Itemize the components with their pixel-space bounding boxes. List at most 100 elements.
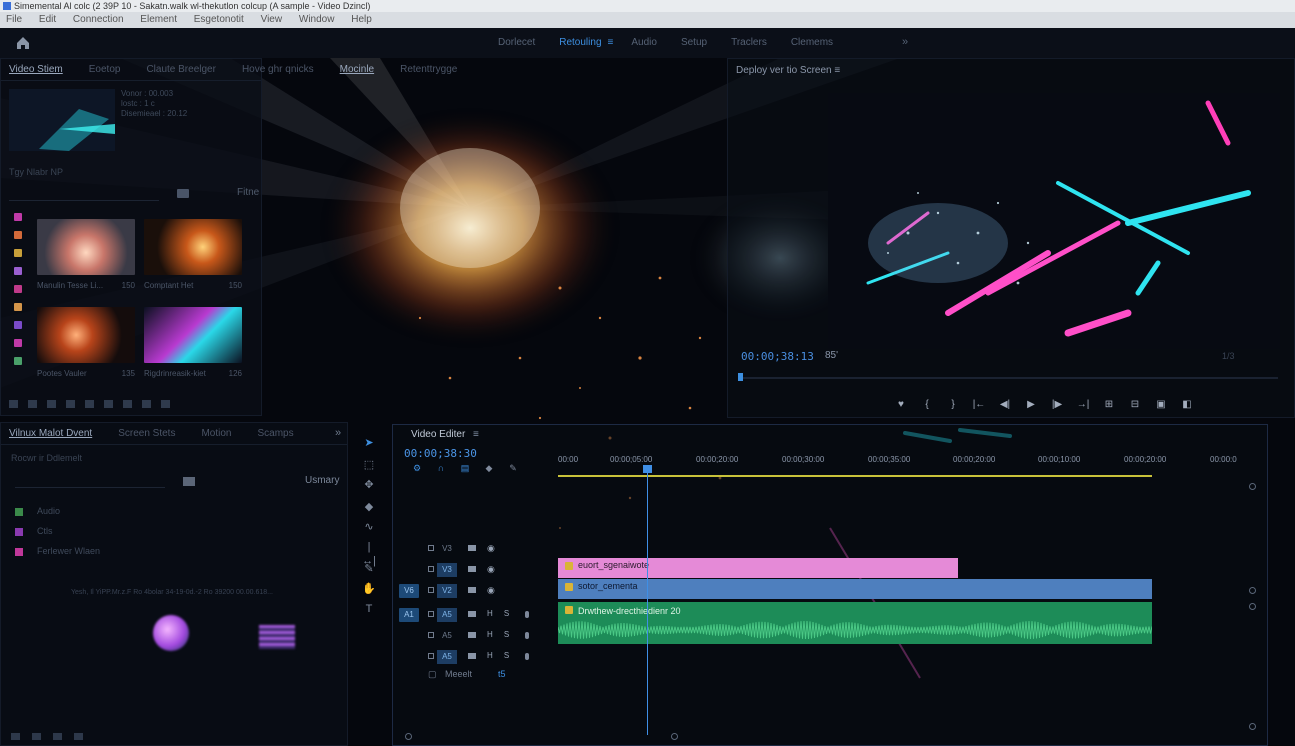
mark-in-icon[interactable]: { xyxy=(914,397,940,413)
program-monitor-screen[interactable] xyxy=(828,93,1280,349)
icon-view-icon[interactable] xyxy=(28,400,37,408)
tree-item[interactable]: Audio xyxy=(15,501,100,521)
pen-tool-icon[interactable]: ✎ xyxy=(362,562,376,576)
tab-hove-ghr-qnicks[interactable]: Hove ghr qnicks xyxy=(242,59,314,80)
track-label[interactable]: A5 xyxy=(437,629,457,643)
lock-icon[interactable] xyxy=(428,632,434,638)
filter-label[interactable]: Fitne xyxy=(237,187,259,198)
hand-tool-icon[interactable]: ✋ xyxy=(362,582,376,596)
mute-solo-buttons[interactable]: H S xyxy=(487,630,509,639)
track-label[interactable]: A5 xyxy=(437,650,457,664)
tab-video-stiem[interactable]: Video Stiem xyxy=(9,59,63,80)
tab-vilnux-malot-dvent[interactable]: Vilnux Malot Dvent xyxy=(9,423,92,444)
sync-lock-icon[interactable] xyxy=(468,566,476,572)
track-label[interactable]: V3 xyxy=(437,563,457,577)
time-ruler[interactable]: 00:00 00:00;05:00 00:00;20:00 00:00;30:00 00… xyxy=(558,455,1258,467)
track-label[interactable]: V3 xyxy=(437,542,457,556)
play-icon[interactable]: ▶ xyxy=(1018,397,1044,413)
zoom-fit-select[interactable]: 85' xyxy=(825,350,838,361)
selection-tool-icon[interactable]: ➤ xyxy=(362,436,376,450)
settings-wrench-icon[interactable]: ✎ xyxy=(503,463,523,475)
lock-icon[interactable] xyxy=(428,653,434,659)
effects-filter-field[interactable] xyxy=(15,487,165,488)
new-bin-icon[interactable] xyxy=(142,400,151,408)
label-swatch[interactable] xyxy=(14,321,22,329)
slide-tool-icon[interactable]: |↔| xyxy=(362,540,376,567)
automate-icon[interactable] xyxy=(104,400,113,408)
lock-icon[interactable] xyxy=(428,566,434,572)
menu-connection[interactable]: Connection xyxy=(73,14,124,25)
tab-eoetop[interactable]: Eoetop xyxy=(89,59,121,80)
scroll-handle-left[interactable] xyxy=(405,733,412,740)
list-view-icon[interactable] xyxy=(9,400,18,408)
effects-search-input[interactable]: Rocwr ir Ddlemelt xyxy=(11,453,211,467)
mute-solo-buttons[interactable]: H S xyxy=(487,609,509,618)
eye-icon[interactable]: ◉ xyxy=(487,585,495,596)
track-select-tool-icon[interactable]: ⬚ xyxy=(362,458,376,472)
list-view-icon[interactable] xyxy=(11,733,20,740)
overwrite-icon[interactable]: ⊟ xyxy=(1122,397,1148,413)
linked-selection-icon[interactable]: ▤ xyxy=(455,463,475,475)
new-bin-icon[interactable] xyxy=(177,189,189,198)
workspace-tab-retouling[interactable]: Retouling xyxy=(559,37,601,48)
playhead-line[interactable] xyxy=(647,467,648,735)
menu-help[interactable]: Help xyxy=(351,14,372,25)
tab-scamps[interactable]: Scamps xyxy=(257,423,293,444)
label-swatch[interactable] xyxy=(14,339,22,347)
tree-item[interactable]: Ferlewer Wlaen xyxy=(15,541,100,561)
eye-icon[interactable]: ◉ xyxy=(487,564,495,575)
razor-tool-icon[interactable]: ◆ xyxy=(362,500,376,514)
label-swatch[interactable] xyxy=(14,213,22,221)
sync-lock-icon[interactable] xyxy=(468,587,476,593)
step-forward-icon[interactable]: |▶ xyxy=(1044,397,1070,413)
icon-view-icon[interactable] xyxy=(32,733,41,740)
type-tool-icon[interactable]: T xyxy=(362,602,376,616)
new-item-icon[interactable] xyxy=(161,400,170,408)
sync-lock-icon[interactable] xyxy=(468,545,476,551)
source-patch-v6[interactable]: V6 xyxy=(399,584,419,598)
step-back-icon[interactable]: ◀| xyxy=(992,397,1018,413)
ripple-edit-tool-icon[interactable]: ✥ xyxy=(362,478,376,492)
media-item[interactable]: Rigdrinreasik-kiet 126 xyxy=(144,307,242,383)
timeline-title[interactable]: Video Editer xyxy=(411,429,465,440)
scroll-handle-mid2[interactable] xyxy=(1249,603,1256,610)
track-label[interactable]: V2 xyxy=(437,584,457,598)
lock-icon[interactable] xyxy=(428,587,434,593)
workspace-tab-audio[interactable]: Audio xyxy=(631,37,657,48)
bin-icon[interactable] xyxy=(53,733,62,740)
find-icon[interactable] xyxy=(123,400,132,408)
freeform-view-icon[interactable] xyxy=(47,400,56,408)
label-swatch[interactable] xyxy=(14,303,22,311)
scroll-handle-top[interactable] xyxy=(1249,483,1256,490)
menu-esgetonotit[interactable]: Esgetonotit xyxy=(194,14,244,25)
insert-icon[interactable]: ⊞ xyxy=(1096,397,1122,413)
program-scrub-bar[interactable] xyxy=(738,373,1278,381)
mark-out-icon[interactable]: } xyxy=(940,397,966,413)
home-icon[interactable] xyxy=(16,36,30,50)
label-swatch[interactable] xyxy=(14,231,22,239)
source-patch-a1[interactable]: A1 xyxy=(399,608,419,622)
program-playhead[interactable] xyxy=(738,373,743,381)
mic-icon[interactable] xyxy=(525,632,529,639)
scroll-handle-bottom[interactable] xyxy=(1249,723,1256,730)
menu-element[interactable]: Element xyxy=(140,14,177,25)
label-swatch[interactable] xyxy=(14,357,22,365)
effect-preview-bars[interactable] xyxy=(259,625,295,649)
workspace-tab-traclers[interactable]: Traclers xyxy=(731,37,767,48)
panel-menu-icon[interactable]: ≡ xyxy=(834,65,840,76)
effect-preview-orb[interactable] xyxy=(153,615,189,651)
marker-icon[interactable]: ♥ xyxy=(888,397,914,413)
mic-icon[interactable] xyxy=(525,653,529,660)
sync-lock-icon[interactable] xyxy=(468,653,476,659)
scroll-handle-right[interactable] xyxy=(671,733,678,740)
workspace-tab-dorlecet[interactable]: Dorlecet xyxy=(498,37,535,48)
sort-icon[interactable] xyxy=(85,400,94,408)
sync-lock-icon[interactable] xyxy=(468,611,476,617)
label-swatch[interactable] xyxy=(14,285,22,293)
track-label[interactable]: A5 xyxy=(437,608,457,622)
panel-menu-icon[interactable]: ≡ xyxy=(473,429,479,440)
lock-icon[interactable]: ▢ xyxy=(428,669,437,679)
snap-icon[interactable]: ∩ xyxy=(431,463,451,475)
tab-screen-stets[interactable]: Screen Stets xyxy=(118,423,175,444)
tab-claute-breelger[interactable]: Claute Breelger xyxy=(146,59,215,80)
